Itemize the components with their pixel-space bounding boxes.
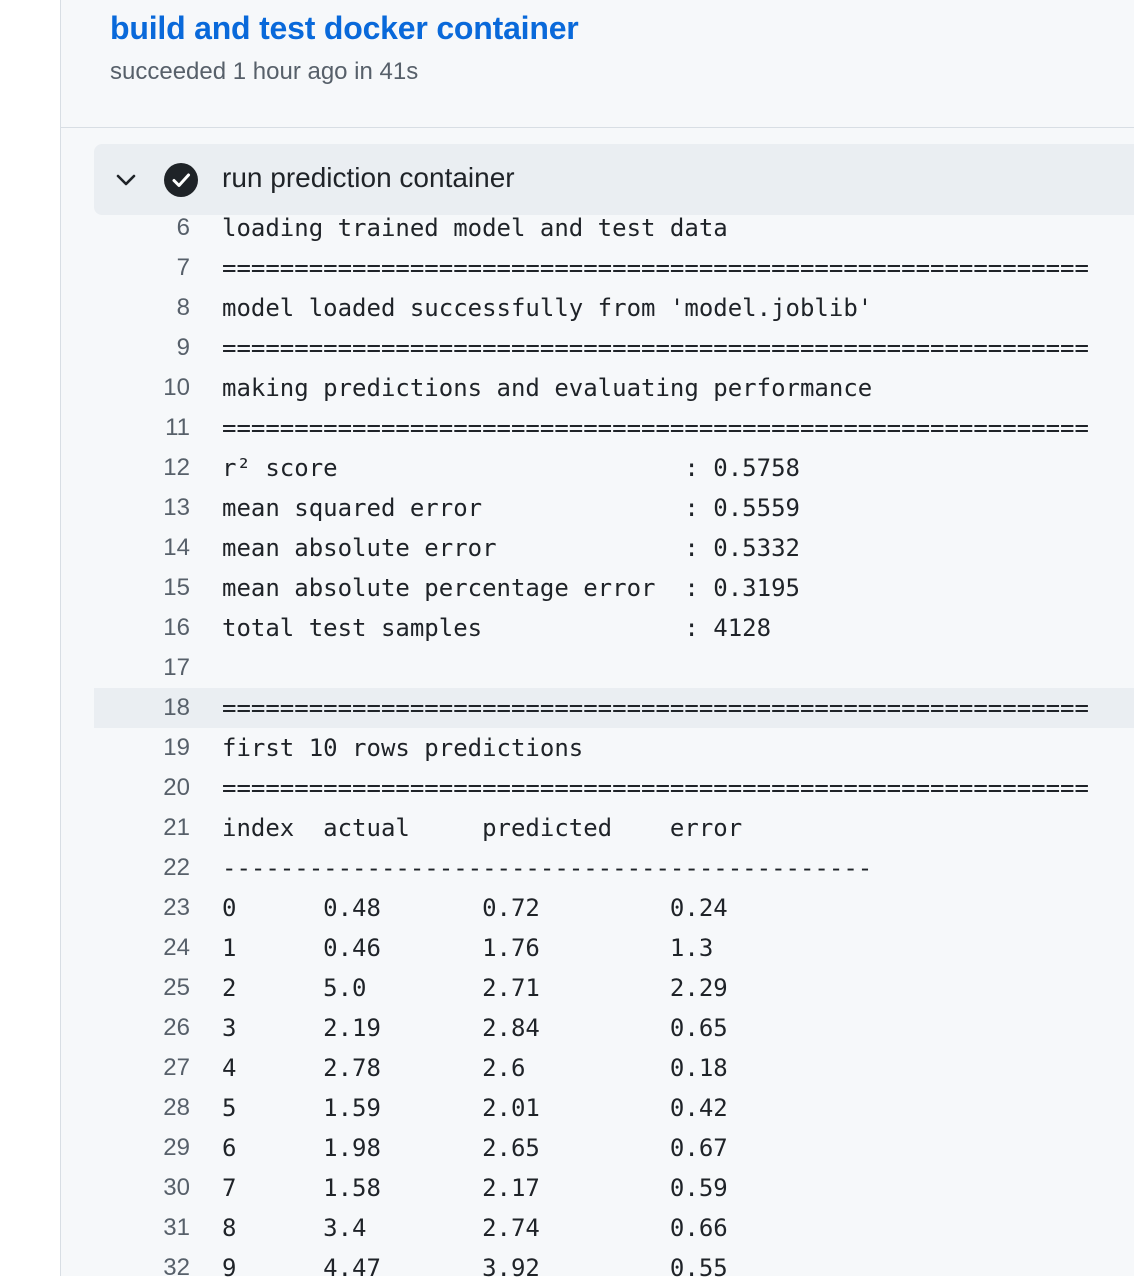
line-number[interactable]: 7	[94, 248, 190, 288]
line-number[interactable]: 20	[94, 768, 190, 808]
job-header: build and test docker container succeede…	[61, 0, 1134, 128]
log-line[interactable]: 16 total test samples : 4128	[94, 608, 1134, 648]
job-title-link[interactable]: build and test docker container	[110, 10, 579, 47]
line-number[interactable]: 28	[94, 1088, 190, 1128]
line-text: making predictions and evaluating perfor…	[222, 374, 873, 402]
line-text: ========================================…	[222, 414, 1089, 442]
log-line[interactable]: 22 --------------------------------------…	[94, 848, 1134, 888]
log-line[interactable]: 26 3 2.19 2.84 0.65	[94, 1008, 1134, 1048]
log-line[interactable]: 13 mean squared error : 0.5559	[94, 488, 1134, 528]
log-line[interactable]: 20 ======================================…	[94, 768, 1134, 808]
line-number[interactable]: 23	[94, 888, 190, 928]
line-number[interactable]: 9	[94, 328, 190, 368]
line-text: 3 2.19 2.84 0.65	[222, 1014, 728, 1042]
log-line[interactable]: 10 making predictions and evaluating perf…	[94, 368, 1134, 408]
log-line[interactable]: 32 9 4.47 3.92 0.55	[94, 1248, 1134, 1288]
line-number[interactable]: 16	[94, 608, 190, 648]
log-line[interactable]: 28 5 1.59 2.01 0.42	[94, 1088, 1134, 1128]
line-text: 2 5.0 2.71 2.29	[222, 974, 728, 1002]
log-line[interactable]: 8 model loaded successfully from 'model.j…	[94, 288, 1134, 328]
line-number[interactable]: 32	[94, 1248, 190, 1288]
log-line[interactable]: 24 1 0.46 1.76 1.3	[94, 928, 1134, 968]
line-number[interactable]: 26	[94, 1008, 190, 1048]
line-number[interactable]: 14	[94, 528, 190, 568]
log-line[interactable]: 18 ======================================…	[94, 688, 1134, 728]
log-line[interactable]: 15 mean absolute percentage error : 0.319…	[94, 568, 1134, 608]
line-number[interactable]: 25	[94, 968, 190, 1008]
line-number[interactable]: 21	[94, 808, 190, 848]
line-text: ========================================…	[222, 254, 1089, 282]
log-line[interactable]: 7 =======================================…	[94, 248, 1134, 288]
chevron-down-icon[interactable]	[112, 166, 140, 194]
line-text: 0 0.48 0.72 0.24	[222, 894, 728, 922]
line-text: ========================================…	[222, 334, 1089, 362]
line-number[interactable]: 19	[94, 728, 190, 768]
line-number[interactable]: 17	[94, 648, 190, 688]
log-output: 6 loading trained model and test data 7 ===…	[94, 208, 1134, 1288]
line-text: ========================================…	[222, 694, 1089, 722]
line-number[interactable]: 15	[94, 568, 190, 608]
line-text: 4 2.78 2.6 0.18	[222, 1054, 728, 1082]
log-line[interactable]: 9 =======================================…	[94, 328, 1134, 368]
line-number[interactable]: 8	[94, 288, 190, 328]
log-line[interactable]: 23 0 0.48 0.72 0.24	[94, 888, 1134, 928]
line-number[interactable]: 12	[94, 448, 190, 488]
line-number[interactable]: 6	[94, 208, 190, 248]
line-text: first 10 rows predictions	[222, 734, 584, 762]
line-text: 6 1.98 2.65 0.67	[222, 1134, 728, 1162]
job-status-text: succeeded 1 hour ago in 41s	[110, 58, 419, 85]
left-gutter	[0, 0, 61, 1276]
log-line[interactable]: 6 loading trained model and test data	[94, 208, 1134, 248]
line-number[interactable]: 29	[94, 1128, 190, 1168]
line-number[interactable]: 13	[94, 488, 190, 528]
step-header-run-prediction-container[interactable]: run prediction container	[94, 144, 1134, 215]
job-log-panel: build and test docker container succeede…	[61, 0, 1134, 1282]
line-text: mean absolute percentage error : 0.3195	[222, 574, 800, 602]
step-title: run prediction container	[222, 162, 515, 193]
check-circle-icon	[164, 163, 198, 197]
log-line[interactable]: 27 4 2.78 2.6 0.18	[94, 1048, 1134, 1088]
line-text: 9 4.47 3.92 0.55	[222, 1254, 728, 1282]
line-text: r² score : 0.5758	[222, 454, 800, 482]
line-text: mean absolute error : 0.5332	[222, 534, 800, 562]
log-line[interactable]: 14 mean absolute error : 0.5332	[94, 528, 1134, 568]
line-text: index actual predicted error	[222, 814, 743, 842]
log-line[interactable]: 12 r² score : 0.5758	[94, 448, 1134, 488]
line-text: 5 1.59 2.01 0.42	[222, 1094, 728, 1122]
log-line[interactable]: 30 7 1.58 2.17 0.59	[94, 1168, 1134, 1208]
line-text: loading trained model and test data	[222, 214, 728, 242]
log-line[interactable]: 31 8 3.4 2.74 0.66	[94, 1208, 1134, 1248]
line-text: ========================================…	[222, 774, 1089, 802]
line-number[interactable]: 11	[94, 408, 190, 448]
line-text: total test samples : 4128	[222, 614, 772, 642]
line-number[interactable]: 24	[94, 928, 190, 968]
line-number[interactable]: 27	[94, 1048, 190, 1088]
line-number[interactable]: 10	[94, 368, 190, 408]
log-line[interactable]: 17	[94, 648, 1134, 688]
line-number[interactable]: 18	[94, 688, 190, 728]
line-number[interactable]: 30	[94, 1168, 190, 1208]
line-text: model loaded successfully from 'model.jo…	[222, 294, 873, 322]
line-number[interactable]: 22	[94, 848, 190, 888]
log-line[interactable]: 29 6 1.98 2.65 0.67	[94, 1128, 1134, 1168]
line-text: ----------------------------------------…	[222, 854, 873, 882]
log-line[interactable]: 19 first 10 rows predictions	[94, 728, 1134, 768]
line-text: mean squared error : 0.5559	[222, 494, 800, 522]
line-text: 7 1.58 2.17 0.59	[222, 1174, 728, 1202]
log-line[interactable]: 25 2 5.0 2.71 2.29	[94, 968, 1134, 1008]
log-line[interactable]: 21 index actual predicted error	[94, 808, 1134, 848]
line-text: 8 3.4 2.74 0.66	[222, 1214, 728, 1242]
line-text: 1 0.46 1.76 1.3	[222, 934, 714, 962]
log-line[interactable]: 11 ======================================…	[94, 408, 1134, 448]
line-number[interactable]: 31	[94, 1208, 190, 1248]
